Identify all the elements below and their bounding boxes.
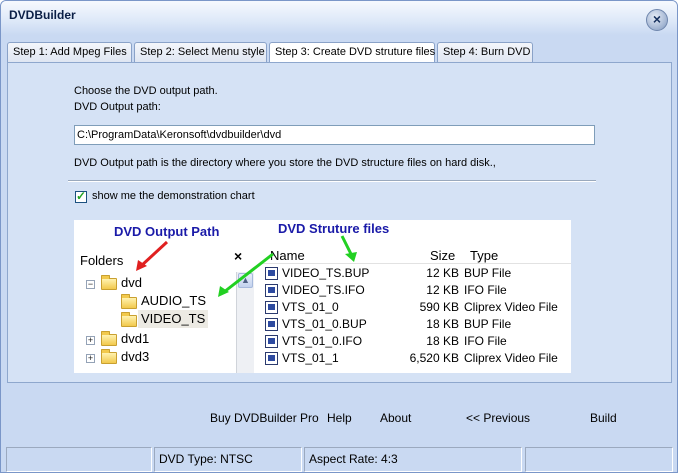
- previous-button[interactable]: << Previous: [466, 411, 530, 425]
- status-cell-empty: [6, 447, 152, 472]
- build-button[interactable]: Build: [590, 411, 617, 425]
- path-description: DVD Output path is the directory where y…: [74, 157, 496, 169]
- status-dvd-type: DVD Type: NTSC: [154, 447, 302, 472]
- status-bar: DVD Type: NTSC Aspect Rate: 4:3: [1, 447, 677, 472]
- choose-instruction: Choose the DVD output path.: [74, 85, 218, 97]
- show-chart-checkbox[interactable]: ✓: [75, 189, 87, 203]
- green-arrow-head-files: [345, 252, 357, 262]
- window-title: DVDBuilder: [9, 8, 76, 22]
- separator: [68, 180, 596, 182]
- tab-label: Step 3: Create DVD struture files: [275, 46, 436, 58]
- demonstration-chart: Folders × − dvd AUDIO_TS VIDEO_TS + dvd1…: [74, 220, 571, 373]
- tab-label: Step 1: Add Mpeg Files: [13, 46, 127, 58]
- path-label: DVD Output path:: [74, 101, 161, 113]
- tab-step-2[interactable]: Step 2: Select Menu style: [134, 42, 267, 62]
- status-cell-empty: [525, 447, 673, 472]
- title-bar[interactable]: DVDBuilder ×: [1, 1, 677, 35]
- show-chart-label[interactable]: show me the demonstration chart: [92, 190, 255, 202]
- checkmark-icon: ✓: [76, 189, 87, 203]
- tab-step-1[interactable]: Step 1: Add Mpeg Files: [7, 42, 132, 62]
- tab-label: Step 4: Burn DVD: [443, 46, 531, 58]
- dvdbuilder-window: DVDBuilder × Step 1: Add Mpeg Files Step…: [0, 0, 678, 473]
- green-arrow-line-folder: [223, 252, 274, 294]
- green-arrow-line-files: [340, 235, 353, 255]
- output-path-input[interactable]: [74, 125, 595, 145]
- about-button[interactable]: About: [380, 411, 411, 425]
- buy-pro-button[interactable]: Buy DVDBuilder Pro: [210, 411, 319, 425]
- tab-step-4[interactable]: Step 4: Burn DVD: [437, 42, 533, 62]
- status-aspect-rate: Aspect Rate: 4:3: [304, 447, 522, 472]
- annotation-arrows: [136, 235, 357, 297]
- step-3-panel: Choose the DVD output path. DVD Output p…: [7, 62, 672, 383]
- red-arrow-line: [139, 240, 169, 268]
- close-icon: ×: [652, 11, 662, 27]
- help-button[interactable]: Help: [327, 411, 352, 425]
- tab-label: Step 2: Select Menu style: [140, 46, 265, 58]
- close-button[interactable]: ×: [646, 9, 668, 31]
- tab-step-3[interactable]: Step 3: Create DVD struture files: [269, 42, 435, 63]
